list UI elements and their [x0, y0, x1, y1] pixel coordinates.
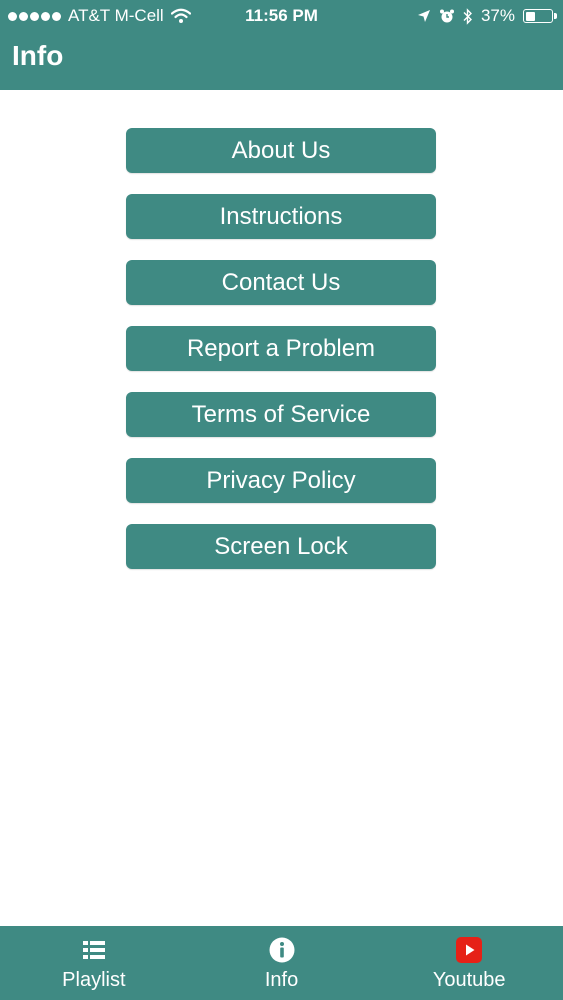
tab-bar: Playlist Info Youtube	[0, 926, 563, 1000]
privacy-policy-button[interactable]: Privacy Policy	[126, 458, 436, 503]
alarm-clock-icon	[439, 9, 454, 23]
tab-label-youtube: Youtube	[432, 969, 506, 991]
status-bar: AT&T M-Cell 11:56 PM 37%	[0, 0, 563, 34]
status-right: 37%	[417, 6, 557, 26]
page-title: Info	[12, 40, 64, 71]
tab-youtube[interactable]: Youtube	[375, 926, 563, 1000]
tab-info[interactable]: Info	[188, 926, 376, 1000]
tab-label-playlist: Playlist	[62, 969, 126, 991]
screen-lock-button[interactable]: Screen Lock	[126, 524, 436, 569]
terms-of-service-button[interactable]: Terms of Service	[126, 392, 436, 437]
info-menu: About Us Instructions Contact Us Report …	[126, 128, 436, 590]
about-us-button[interactable]: About Us	[126, 128, 436, 173]
battery-percent: 37%	[480, 6, 515, 25]
header: AT&T M-Cell 11:56 PM 37% Info	[0, 0, 563, 90]
contact-us-button[interactable]: Contact Us	[126, 260, 436, 305]
youtube-icon	[456, 937, 483, 963]
battery-icon	[523, 9, 557, 23]
info-icon	[269, 937, 294, 963]
tab-label-info: Info	[264, 969, 299, 991]
battery-level-fill	[525, 11, 535, 21]
tab-playlist[interactable]: Playlist	[0, 926, 188, 1000]
list-icon	[82, 941, 105, 959]
report-a-problem-button[interactable]: Report a Problem	[126, 326, 436, 371]
instructions-button[interactable]: Instructions	[126, 194, 436, 239]
bluetooth-icon	[463, 7, 472, 25]
location-arrow-icon	[417, 10, 430, 22]
